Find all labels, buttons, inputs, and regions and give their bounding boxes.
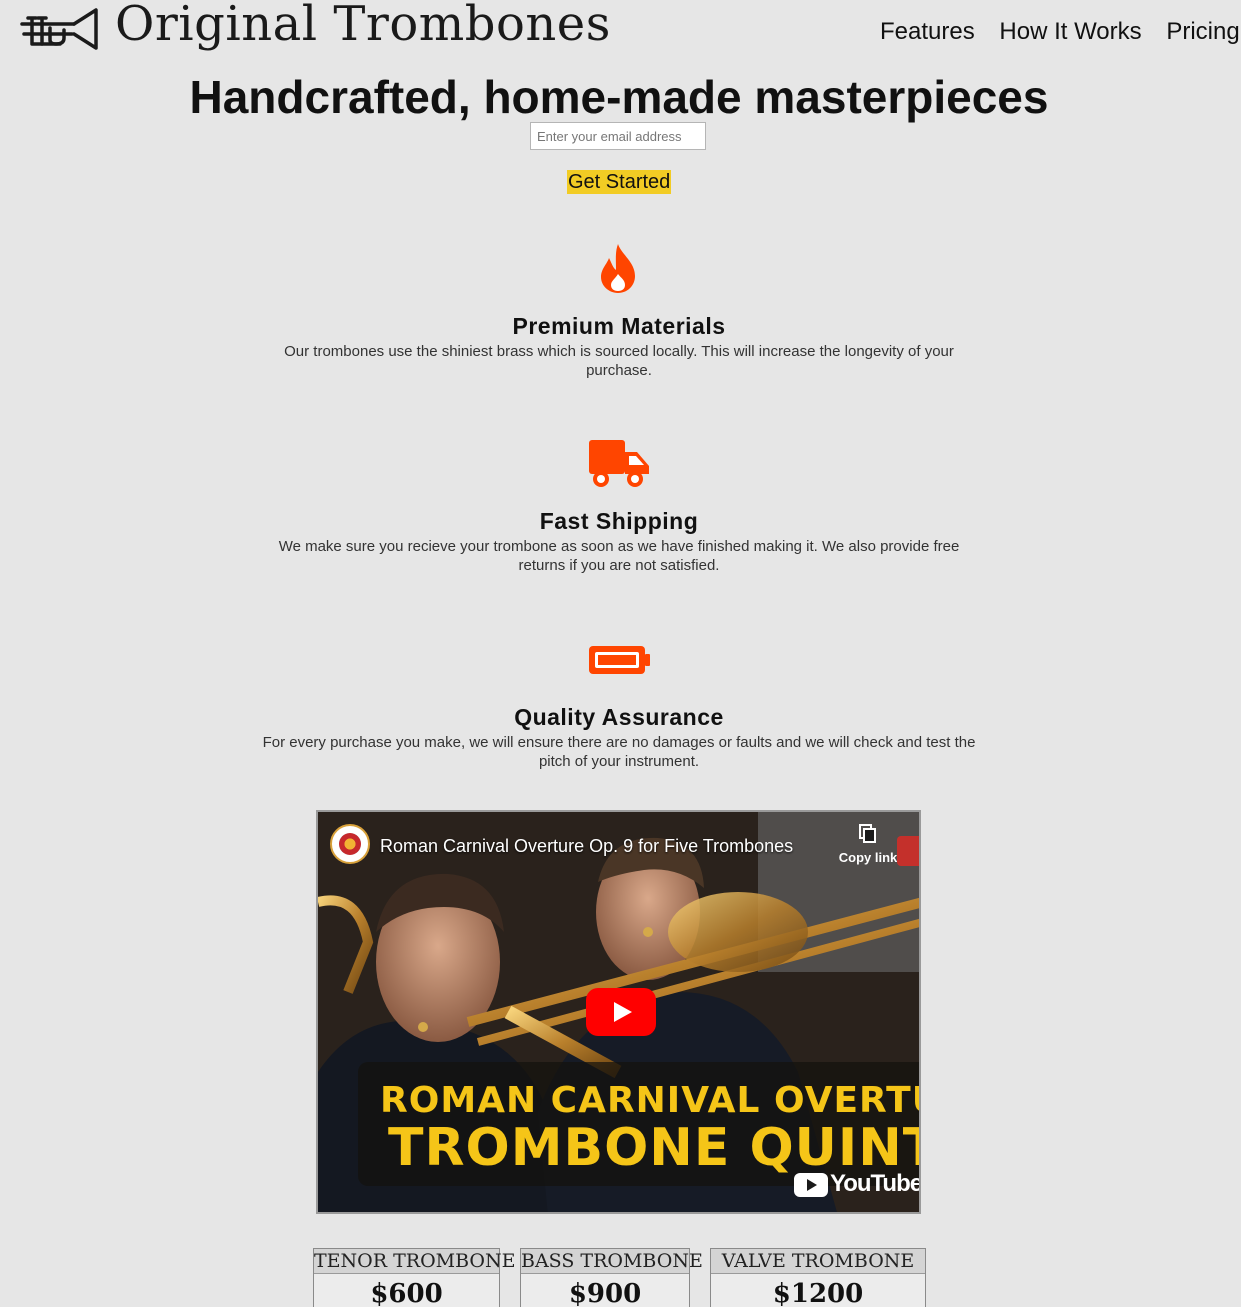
main-nav: Features How It Works Pricing	[880, 18, 1241, 46]
price-card-title: VALVE TROMBONE	[711, 1249, 925, 1274]
truck-icon	[589, 440, 649, 487]
youtube-logo[interactable]: YouTube	[794, 1170, 921, 1198]
video-caption-line1: ROMAN CARNIVAL OVERTUR	[380, 1080, 921, 1121]
price-card-bass[interactable]: BASS TROMBONE $900	[520, 1248, 703, 1307]
copy-link-button[interactable]: Copy link	[838, 824, 898, 865]
feature-description-fast-shipping: We make sure you recieve your trombone a…	[278, 538, 960, 574]
video-title[interactable]: Roman Carnival Overture Op. 9 for Five T…	[380, 836, 793, 857]
site-header: Original Trombones Features How It Works…	[0, 0, 1241, 60]
feature-title-premium-materials: Premium Materials	[512, 313, 726, 339]
copy-link-label: Copy link	[838, 850, 898, 865]
nav-link-how-it-works[interactable]: How It Works	[999, 18, 1141, 45]
nav-link-features[interactable]: Features	[880, 18, 975, 45]
feature-title-fast-shipping: Fast Shipping	[539, 508, 699, 534]
feature-description-quality-assurance: For every purchase you make, we will ens…	[262, 734, 976, 770]
brand-name[interactable]: Original Trombones	[115, 0, 611, 52]
youtube-play-icon	[794, 1172, 828, 1197]
price-value: $600	[370, 1279, 443, 1307]
price-card-valve[interactable]: VALVE TROMBONE $1200	[710, 1248, 926, 1307]
video-caption-line2: TROMBONE QUINTE	[388, 1118, 921, 1178]
price-card-title: TENOR TROMBONE	[314, 1249, 516, 1274]
fire-icon	[601, 244, 635, 293]
hero-title: Handcrafted, home-made masterpieces	[189, 71, 1049, 123]
copy-icon	[859, 824, 876, 843]
trombone-icon[interactable]	[20, 4, 100, 52]
channel-avatar[interactable]	[330, 824, 370, 864]
feature-description-premium-materials: Our trombones use the shiniest brass whi…	[284, 343, 954, 379]
youtube-corner-icon	[897, 836, 919, 866]
nav-link-pricing[interactable]: Pricing	[1166, 18, 1239, 45]
get-started-button[interactable]: Get Started	[567, 170, 672, 194]
price-card-title: BASS TROMBONE	[521, 1249, 703, 1274]
play-button[interactable]	[586, 988, 656, 1036]
youtube-wordmark: YouTube	[830, 1170, 921, 1197]
price-value: $1200	[772, 1279, 864, 1307]
battery-icon	[589, 646, 650, 674]
video-embed[interactable]: Roman Carnival Overture Op. 9 for Five T…	[316, 810, 921, 1214]
price-card-tenor[interactable]: TENOR TROMBONE $600	[313, 1248, 516, 1307]
feature-title-quality-assurance: Quality Assurance	[514, 704, 724, 730]
email-input[interactable]	[530, 122, 706, 150]
price-value: $900	[568, 1279, 642, 1307]
